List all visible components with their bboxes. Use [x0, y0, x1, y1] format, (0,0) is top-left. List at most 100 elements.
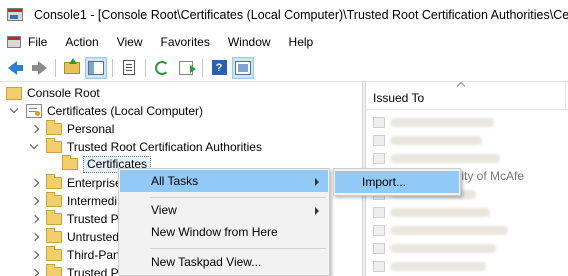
- tree-item-trusted-root-certification-authorities[interactable]: Trusted Root Certification Authorities: [30, 138, 262, 156]
- tree-item-personal[interactable]: Personal: [30, 120, 114, 138]
- redacted-text: [390, 117, 494, 127]
- expand-chevron-icon[interactable]: [30, 228, 40, 246]
- certificate-icon: [373, 224, 385, 236]
- menu-separator: [150, 197, 326, 198]
- tree-item-certificates-local-computer[interactable]: Certificates (Local Computer): [10, 102, 203, 120]
- collapse-chevron-icon[interactable]: [30, 138, 40, 156]
- certificate-icon: [373, 242, 385, 254]
- tree-item-console-root[interactable]: Console Root: [6, 84, 100, 102]
- back-icon: [7, 60, 23, 75]
- list-item[interactable]: [373, 151, 500, 165]
- up-level-icon: [64, 57, 80, 74]
- menu-view[interactable]: View: [108, 31, 152, 53]
- tree-item-label: Third-Part: [67, 248, 121, 262]
- expand-chevron-icon[interactable]: [30, 192, 40, 210]
- redacted-text: [390, 135, 482, 145]
- up-one-level-button[interactable]: [61, 57, 83, 79]
- folder-icon: [62, 155, 78, 170]
- menu-separator: [150, 248, 326, 249]
- tree-item-label: Console Root: [27, 86, 100, 100]
- forward-button[interactable]: [28, 57, 50, 79]
- folder-icon: [46, 264, 62, 276]
- toolbar-separator: [145, 58, 146, 77]
- properties-icon: [123, 60, 135, 75]
- list-item[interactable]: [373, 115, 494, 129]
- console-root-icon: [6, 86, 22, 100]
- column-header-label: Issued To: [373, 91, 425, 105]
- console-system-menu-icon[interactable]: [6, 34, 22, 50]
- all-tasks-submenu: Import...: [333, 168, 461, 196]
- menu-help[interactable]: Help: [280, 31, 323, 53]
- show-hide-console-tree-button[interactable]: [85, 56, 107, 79]
- folder-icon: [46, 174, 62, 189]
- refresh-button[interactable]: [151, 57, 173, 79]
- export-list-button[interactable]: [175, 57, 197, 79]
- tree-item-trusted-publishers[interactable]: Trusted Pu: [30, 210, 125, 228]
- context-menu-item-view[interactable]: View: [120, 199, 328, 221]
- tree-item-label: Untrusted: [67, 230, 120, 244]
- context-menu: All Tasks View New Window from Here New …: [118, 168, 330, 276]
- menu-file[interactable]: File: [4, 31, 56, 53]
- tree-item-intermediate-certification-authorities[interactable]: Intermedi: [30, 192, 117, 210]
- certificate-icon: [373, 134, 385, 146]
- menu-file-label: File: [28, 35, 48, 49]
- refresh-icon: [155, 60, 169, 75]
- expand-chevron-icon[interactable]: [30, 246, 40, 264]
- submenu-item-import[interactable]: Import...: [335, 171, 459, 193]
- show-hide-tree-icon: [88, 60, 104, 75]
- list-item[interactable]: [373, 133, 482, 147]
- context-menu-item-new-taskpad-view[interactable]: New Taskpad View...: [120, 251, 328, 273]
- help-button[interactable]: ?: [208, 57, 230, 79]
- tree-item-label: Personal: [67, 122, 115, 136]
- list-item[interactable]: [373, 241, 496, 255]
- list-item[interactable]: [373, 223, 508, 237]
- expand-chevron-icon[interactable]: [30, 210, 40, 228]
- tree-item-third-party-root-certification-authorities[interactable]: Third-Part: [30, 246, 120, 264]
- tree-item-label: Trusted Pu: [67, 212, 126, 226]
- context-menu-item-label: New Window from Here: [151, 225, 278, 239]
- redacted-text: [390, 153, 500, 163]
- tree-item-label: Intermedi: [67, 194, 118, 208]
- tree-item-label: Trusted Root Certification Authorities: [67, 140, 262, 154]
- properties-button[interactable]: [118, 57, 140, 79]
- show-hide-action-pane-icon: [235, 60, 251, 75]
- list-item[interactable]: [373, 259, 486, 273]
- expand-chevron-icon[interactable]: [30, 120, 40, 138]
- folder-icon: [46, 228, 62, 243]
- list-item[interactable]: [373, 205, 490, 219]
- toolbar-separator: [202, 58, 203, 77]
- sort-ascending-icon: [456, 82, 466, 91]
- expand-chevron-icon[interactable]: [30, 264, 40, 276]
- context-menu-item-new-window-from-here[interactable]: New Window from Here: [120, 221, 328, 243]
- column-header-issued-to[interactable]: Issued To: [367, 82, 568, 110]
- tree-item-untrusted-certificates[interactable]: Untrusted: [30, 228, 119, 246]
- tree-item-enterprise-trust[interactable]: Enterprise: [30, 174, 122, 192]
- title-bar: Console1 - [Console Root\Certificates (L…: [0, 0, 568, 30]
- back-button[interactable]: [4, 57, 26, 79]
- context-menu-item-label: View: [151, 203, 177, 217]
- tree-item-label: Certificates (Local Computer): [47, 104, 204, 118]
- export-list-icon: [179, 60, 196, 75]
- show-hide-action-pane-button[interactable]: [232, 56, 254, 79]
- expand-chevron-icon[interactable]: [30, 174, 40, 192]
- menu-favorites[interactable]: Favorites: [152, 31, 219, 53]
- column-resize-handle[interactable]: [565, 82, 566, 110]
- certificate-icon: [373, 116, 385, 128]
- redacted-text: [390, 261, 486, 271]
- window-title: Console1 - [Console Root\Certificates (L…: [34, 8, 568, 22]
- tree-item-trusted-people[interactable]: Trusted Pe: [30, 264, 125, 276]
- folder-icon: [46, 120, 62, 135]
- menu-action[interactable]: Action: [56, 31, 107, 53]
- submenu-item-label: Import...: [362, 175, 407, 189]
- menu-window[interactable]: Window: [219, 31, 280, 53]
- context-menu-item-all-tasks[interactable]: All Tasks: [120, 170, 328, 192]
- folder-icon: [46, 138, 62, 153]
- collapse-chevron-icon[interactable]: [10, 102, 20, 120]
- folder-icon: [46, 246, 62, 261]
- certificate-icon: [373, 152, 385, 164]
- certificates-snapin-icon: [26, 104, 42, 118]
- certificate-icon: [373, 260, 385, 272]
- folder-icon: [46, 210, 62, 225]
- mmc-console-icon[interactable]: [6, 6, 24, 24]
- tree-item-label: Enterprise: [67, 176, 122, 190]
